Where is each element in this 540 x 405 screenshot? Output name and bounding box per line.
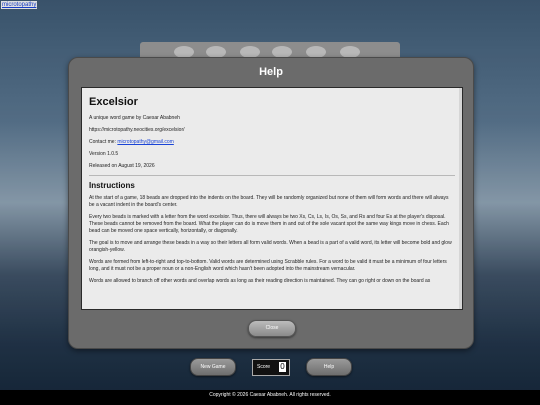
instructions-heading: Instructions (89, 181, 135, 190)
help-dialog: Help Excelsior A unique word game by Cae… (68, 57, 474, 349)
instruction-paragraph: At the start of a game, 18 beads are dro… (89, 195, 449, 208)
new-game-button[interactable]: New Game (190, 358, 236, 376)
scrollbar[interactable] (459, 88, 462, 309)
instruction-paragraph: Words are formed from left-to-right and … (89, 259, 447, 272)
instruction-paragraph: Every two beads is marked with a letter … (89, 214, 449, 234)
score-label: Score (257, 364, 271, 370)
score-display: Score 0 (252, 359, 290, 376)
contact-line: Contact me: microtopathy@gmail.com (89, 139, 455, 146)
help-content-scroll[interactable]: Excelsior A unique word game by Caesar A… (81, 87, 463, 310)
footer: Copyright © 2026 Caesar Ababneh. All rig… (0, 390, 540, 405)
contact-email-link[interactable]: microtopathy@gmail.com (117, 139, 173, 145)
tagline: A unique word game by Caesar Ababneh (89, 115, 180, 121)
game-heading: Excelsior (89, 96, 138, 108)
release-date: Released on August 19, 2026 (89, 163, 155, 169)
help-button[interactable]: Help (306, 358, 352, 376)
divider (89, 175, 455, 176)
close-button[interactable]: Close (248, 320, 296, 337)
version-text: Version 1.0.5 (89, 151, 119, 157)
game-url: https://microtopathy.neocities.org/excel… (89, 127, 185, 133)
score-value: 0 (279, 362, 286, 372)
game-controls: New Game Score 0 Help (0, 358, 540, 378)
contact-prefix: Contact me: (89, 139, 116, 145)
dialog-title: Help (259, 66, 283, 78)
copyright-text: Copyright © 2026 Caesar Ababneh. All rig… (209, 392, 331, 398)
instruction-paragraph: The goal is to move and arrange these be… (89, 240, 452, 253)
instruction-paragraph: Words are allowed to branch off other wo… (89, 278, 431, 284)
